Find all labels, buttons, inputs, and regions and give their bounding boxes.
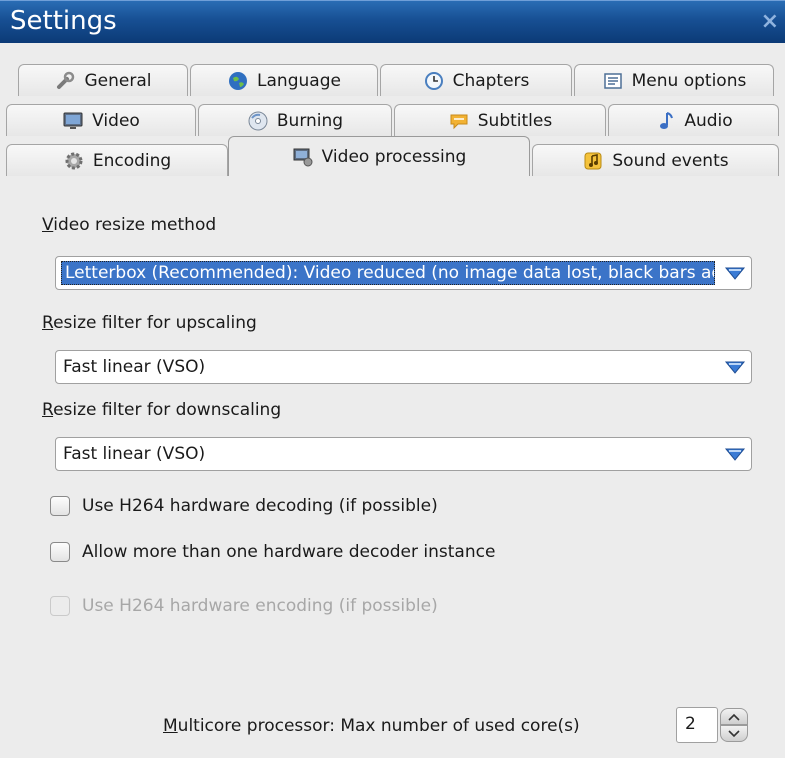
monitor-icon [62,110,84,132]
downscale-label: Resize filter for downscaling [42,400,282,420]
close-icon[interactable]: × [761,9,779,34]
upscale-filter-select[interactable]: Fast linear (VSO) [55,350,752,384]
checkbox-box [50,596,70,616]
title-bar: Settings × [0,0,785,43]
h264-encoding-checkbox: Use H264 hardware encoding (if possible) [50,596,438,616]
tab-general[interactable]: General [18,64,188,96]
checkbox-label: Use H264 hardware decoding (if possible) [82,496,438,516]
video-processing-panel: Video resize method Letterbox (Recommend… [0,180,785,758]
stepper-up-button[interactable] [720,708,748,725]
checkbox-box[interactable] [50,496,70,516]
chevron-up-icon [728,713,740,721]
chevron-down-icon[interactable] [723,262,747,284]
tab-label: Burning [276,110,344,131]
tab-burning[interactable]: Burning [198,104,392,136]
tab-subtitles[interactable]: Subtitles [394,104,606,136]
core-count-stepper[interactable] [720,708,748,742]
tab-video-processing[interactable]: Video processing [228,136,530,176]
tab-label: Menu options [631,70,747,91]
tab-label: Encoding [92,150,172,171]
chevron-down-icon[interactable] [723,443,747,465]
tab-label: Audio [684,110,733,131]
tab-video[interactable]: Video [6,104,196,136]
tab-chapters[interactable]: Chapters [380,64,572,96]
music-note-icon [654,110,676,132]
tab-strip: General Language Chapters Menu options V… [6,64,779,182]
tab-label: Sound events [612,150,729,171]
tab-label: Video [92,110,140,131]
video-processing-icon [292,146,314,168]
menu-list-icon [602,70,624,92]
tab-label: General [84,70,152,91]
chevron-down-icon[interactable] [723,356,747,378]
video-resize-value: Letterbox (Recommended): Video reduced (… [61,261,715,285]
video-resize-select[interactable]: Letterbox (Recommended): Video reduced (… [55,256,752,290]
window-title: Settings [10,6,117,36]
video-resize-label: Video resize method [42,215,217,235]
checkbox-box[interactable] [50,542,70,562]
tab-audio[interactable]: Audio [608,104,779,136]
h264-decoding-checkbox[interactable]: Use H264 hardware decoding (if possible) [50,496,438,516]
checkbox-label: Use H264 hardware encoding (if possible) [82,596,438,616]
downscale-value: Fast linear (VSO) [63,444,206,464]
checkbox-label: Allow more than one hardware decoder ins… [82,542,496,562]
upscale-label: Resize filter for upscaling [42,313,257,333]
upscale-value: Fast linear (VSO) [63,357,206,377]
globe-icon [227,70,249,92]
tab-sound-events[interactable]: Sound events [532,144,779,176]
wrench-icon [55,70,77,92]
chevron-down-icon [728,729,740,737]
tab-label: Video processing [321,146,467,167]
tab-label: Language [257,70,341,91]
tab-menu-options[interactable]: Menu options [574,64,774,96]
speech-bubble-icon [448,110,470,132]
gear-icon [63,150,85,172]
disc-icon [247,110,269,132]
clock-icon [423,70,445,92]
stepper-down-button[interactable] [720,725,748,742]
multi-decoder-checkbox[interactable]: Allow more than one hardware decoder ins… [50,542,495,562]
tab-label: Chapters [452,70,530,91]
multicore-label: Multicore processor: Max number of used … [163,716,580,736]
tab-language[interactable]: Language [190,64,378,96]
core-count-input[interactable]: 2 [676,707,718,743]
tab-encoding[interactable]: Encoding [6,144,228,176]
downscale-filter-select[interactable]: Fast linear (VSO) [55,437,752,471]
tab-label: Subtitles [477,110,553,131]
sound-events-icon [582,150,604,172]
